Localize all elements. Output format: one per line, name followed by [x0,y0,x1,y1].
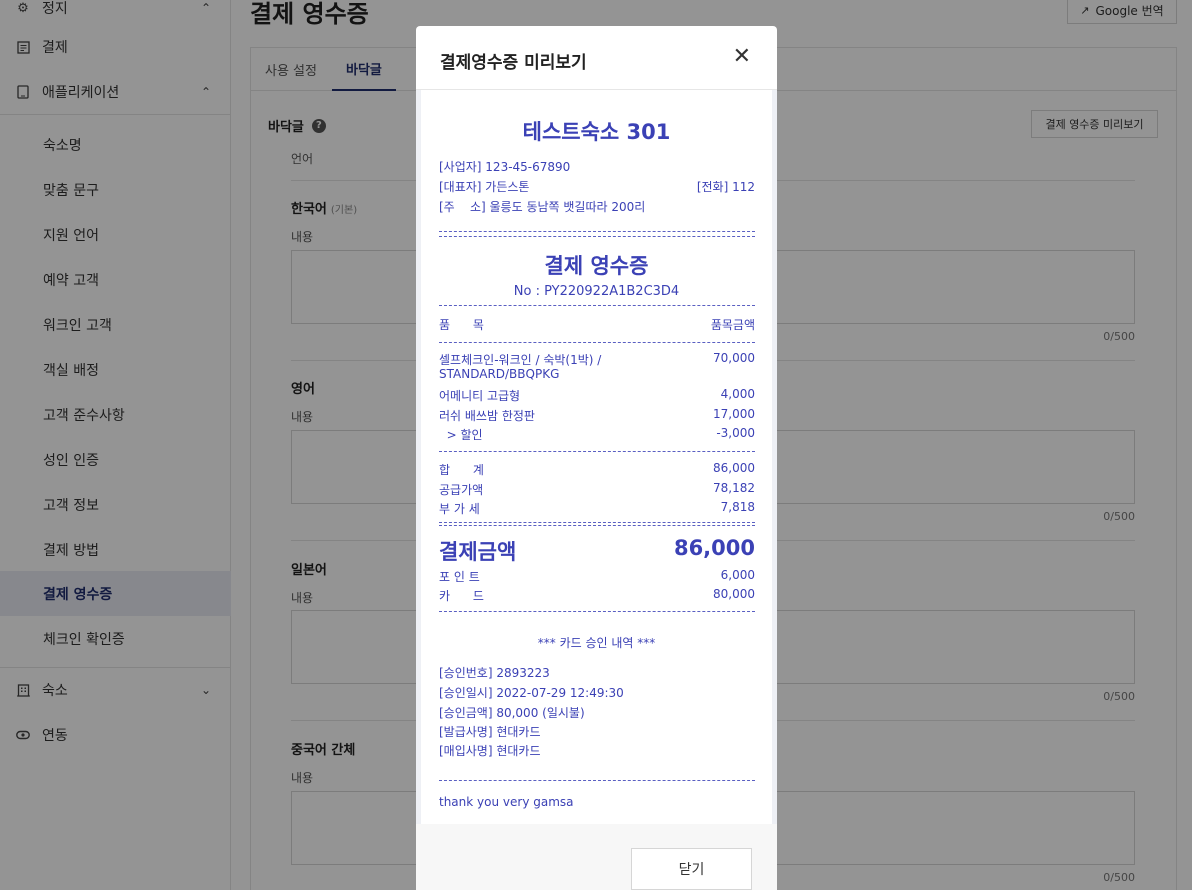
receipt-number: No : PY220922A1B2C3D4 [513,284,680,299]
supply-amount: 78,182 [713,481,755,495]
method-label: 카 드 [439,589,484,603]
item-name: 어메니티 고급형 [439,389,521,403]
supply-label: 공급가액 [439,483,484,497]
approval-number: [승인번호] 2893223 [439,666,550,680]
approval-datetime: [승인일시] 2022-07-29 12:49:30 [439,686,624,700]
item-name: 러쉬 배쓰밤 한정판 [439,409,535,423]
item-amount: 70,000 [713,351,755,365]
representative: [대표자] 가든스톤 [439,180,530,194]
dashed-divider [439,525,755,526]
column-item: 품 목 [439,318,484,332]
phone: [전화] 112 [696,180,755,194]
method-label: 포 인 트 [439,570,480,584]
card-approval-heading: *** 카드 승인 내역 *** [537,636,656,650]
double-divider [439,231,755,237]
modal-header: 결제영수증 미리보기 ✕ [416,26,777,90]
issuer-name: [발급사명] 현대카드 [439,725,541,739]
footer-text: thank you very gamsa [439,795,574,809]
item-amount: -3,000 [716,426,755,440]
close-icon[interactable]: ✕ [733,46,751,68]
business-number: [사업자] 123-45-67890 [439,160,571,174]
address: [주 소] 울릉도 동남쪽 뱃길따라 200리 [439,200,646,214]
item-name: STANDARD/BBQPKG [439,367,560,381]
approval-amount: [승인금액] 80,000 (일시불) [439,706,585,720]
shop-name: 테스트숙소 301 [522,120,671,144]
modal-body[interactable]: 테스트숙소 301 [사업자] 123-45-67890 [대표자] 가든스톤 … [416,90,777,824]
method-amount: 80,000 [713,587,755,601]
receipt-heading: 결제 영수증 [544,254,649,278]
item-name: > 할인 [439,428,483,442]
method-amount: 6,000 [720,568,755,582]
dashed-divider [439,780,755,781]
dashed-divider [439,451,755,452]
total-label: 합 계 [439,463,484,477]
item-amount: 4,000 [720,387,755,401]
modal-footer: 닫기 [416,824,777,890]
item-amount: 17,000 [713,407,755,421]
acquirer-name: [매입사명] 현대카드 [439,744,541,758]
close-button[interactable]: 닫기 [631,848,752,890]
dashed-divider [439,342,755,343]
item-name: 셀프체크인-워크인 / 숙박(1박) / [439,353,602,367]
vat-label: 부 가 세 [439,502,480,516]
dashed-divider [439,522,755,523]
receipt-paper: 테스트숙소 301 [사업자] 123-45-67890 [대표자] 가든스톤 … [421,90,772,824]
dashed-divider [439,305,755,306]
vat-amount: 7,818 [720,500,755,514]
modal-title: 결제영수증 미리보기 [440,53,587,73]
payment-amount: 86,000 [673,536,755,560]
payment-label: 결제금액 [439,540,517,564]
dashed-divider [439,611,755,612]
total-amount: 86,000 [713,461,755,475]
receipt-preview-modal: 결제영수증 미리보기 ✕ 테스트숙소 301 [사업자] 123-45-6789… [416,26,777,890]
column-amount: 품목금액 [710,318,755,332]
